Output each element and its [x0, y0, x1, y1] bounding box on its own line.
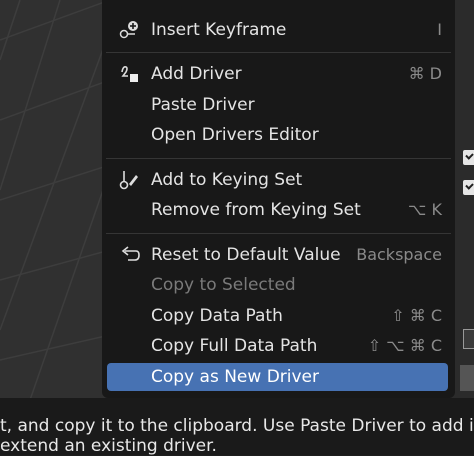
menu-item-shortcut: ⇧ ⌘ C	[391, 306, 442, 325]
menu-item-label: Add to Keying Set	[151, 170, 303, 190]
menu-item-label: Copy Data Path	[151, 306, 283, 326]
insert-keyframe-item[interactable]: Insert Keyframe I	[107, 16, 448, 44]
tooltip-line: extend an existing driver.	[0, 436, 217, 456]
menu-separator	[106, 233, 451, 234]
copy-as-new-driver-item[interactable]: Copy as New Driver	[107, 363, 448, 391]
insert-keyframe-icon	[119, 20, 141, 40]
add-to-keying-set-item[interactable]: Add to Keying Set	[107, 166, 448, 194]
tooltip-line: t, and copy it to the clipboard. Use Pas…	[0, 416, 474, 436]
menu-item-label: Copy as New Driver	[151, 367, 319, 387]
viewport-grid	[0, 0, 110, 400]
menu-item-shortcut: I	[437, 20, 442, 39]
panel-field[interactable]	[460, 365, 474, 391]
reset-to-default-item[interactable]: Reset to Default Value Backspace	[107, 241, 448, 269]
menu-separator	[106, 158, 451, 159]
paste-driver-item[interactable]: Paste Driver	[107, 91, 448, 119]
menu-item-label: Copy to Selected	[151, 275, 296, 295]
menu-item-shortcut: ⌘ D	[408, 64, 442, 83]
open-drivers-editor-item[interactable]: Open Drivers Editor	[107, 121, 448, 149]
3d-viewport[interactable]	[0, 0, 110, 400]
menu-separator	[106, 52, 451, 53]
keying-set-icon	[119, 170, 141, 190]
checkbox[interactable]	[463, 180, 474, 195]
menu-item-shortcut: ⇧ ⌥ ⌘ C	[367, 336, 442, 355]
menu-item-label: Insert Keyframe	[151, 20, 287, 40]
panel-icon[interactable]	[463, 329, 474, 349]
tooltip: t, and copy it to the clipboard. Use Pas…	[0, 398, 474, 456]
menu-item-shortcut: ⌥ K	[407, 200, 442, 219]
copy-data-path-item[interactable]: Copy Data Path ⇧ ⌘ C	[107, 302, 448, 330]
menu-item-label: Reset to Default Value	[151, 245, 341, 265]
menu-item-shortcut: Backspace	[356, 245, 442, 264]
remove-from-keying-set-item[interactable]: Remove from Keying Set ⌥ K	[107, 196, 448, 224]
add-driver-item[interactable]: Add Driver ⌘ D	[107, 60, 448, 88]
checkbox[interactable]	[463, 150, 474, 165]
menu-item-label: Open Drivers Editor	[151, 125, 319, 145]
reset-icon	[119, 245, 141, 265]
menu-item-label: Remove from Keying Set	[151, 200, 361, 220]
copy-to-selected-item: Copy to Selected	[107, 271, 448, 299]
menu-item-label: Paste Driver	[151, 95, 255, 115]
menu-item-label: Add Driver	[151, 64, 242, 84]
driver-icon	[119, 64, 141, 84]
copy-full-data-path-item[interactable]: Copy Full Data Path ⇧ ⌥ ⌘ C	[107, 332, 448, 360]
context-menu: Insert Keyframe I Add Driver ⌘ D Paste D…	[102, 0, 455, 398]
menu-item-label: Copy Full Data Path	[151, 336, 318, 356]
